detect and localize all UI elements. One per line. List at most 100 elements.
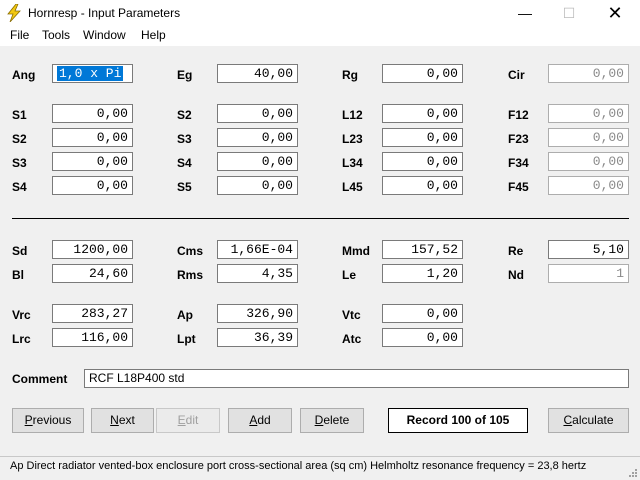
title-bar: Hornresp - Input Parameters — ☐ ✕ [0, 0, 640, 26]
menu-tools[interactable]: Tools [42, 28, 70, 42]
field-le[interactable]: 1,20 [382, 264, 463, 283]
next-button-mnemonic: N [110, 413, 119, 427]
label-f34: F34 [508, 156, 529, 170]
label-f12: F12 [508, 108, 529, 122]
label-f45: F45 [508, 180, 529, 194]
input-parameters-panel: Ang 1,0 x Pi Eg 40,00 Rg 0,00 Cir 0,00 S… [0, 46, 640, 456]
add-button[interactable]: Add [228, 408, 292, 433]
field-s2b[interactable]: 0,00 [52, 128, 133, 147]
section-divider [12, 218, 629, 219]
previous-button[interactable]: Previous [12, 408, 84, 433]
label-eg: Eg [177, 68, 193, 82]
field-s2[interactable]: 0,00 [217, 104, 298, 123]
field-sd[interactable]: 1200,00 [52, 240, 133, 259]
label-ang: Ang [12, 68, 36, 82]
field-eg[interactable]: 40,00 [217, 64, 298, 83]
edit-button: Edit [156, 408, 220, 433]
label-s4: S4 [177, 156, 192, 170]
edit-button-label-rest: dit [185, 413, 199, 427]
delete-button-label-rest: elete [323, 413, 350, 427]
next-button[interactable]: Next [91, 408, 154, 433]
field-l23[interactable]: 0,00 [382, 128, 463, 147]
label-s3b: S3 [12, 156, 27, 170]
label-l45: L45 [342, 180, 363, 194]
minimize-button[interactable]: — [502, 0, 548, 26]
field-mmd[interactable]: 157,52 [382, 240, 463, 259]
field-f34: 0,00 [548, 152, 629, 171]
field-cms[interactable]: 1,66E-04 [217, 240, 298, 259]
label-comment: Comment [12, 372, 68, 386]
label-s1: S1 [12, 108, 27, 122]
delete-button[interactable]: Delete [300, 408, 364, 433]
field-vtc[interactable]: 0,00 [382, 304, 463, 323]
field-lpt[interactable]: 36,39 [217, 328, 298, 347]
label-rms: Rms [177, 268, 204, 282]
field-s5[interactable]: 0,00 [217, 176, 298, 195]
label-vrc: Vrc [12, 308, 31, 322]
field-s4[interactable]: 0,00 [217, 152, 298, 171]
label-l12: L12 [342, 108, 363, 122]
field-atc[interactable]: 0,00 [382, 328, 463, 347]
label-le: Le [342, 268, 357, 282]
comment-field[interactable]: RCF L18P400 std [84, 369, 629, 388]
field-nd: 1 [548, 264, 629, 283]
field-ang-value: 1,0 x Pi [57, 66, 124, 81]
label-s2: S2 [177, 108, 192, 122]
menu-help[interactable]: Help [141, 28, 166, 42]
close-button[interactable]: ✕ [592, 0, 638, 26]
label-l34: L34 [342, 156, 363, 170]
maximize-button[interactable]: ☐ [546, 0, 592, 26]
calculate-button[interactable]: Calculate [548, 408, 629, 433]
field-s4b[interactable]: 0,00 [52, 176, 133, 195]
delete-button-mnemonic: D [314, 413, 324, 427]
menu-file[interactable]: File [10, 28, 29, 42]
label-cir: Cir [508, 68, 525, 82]
field-bl[interactable]: 24,60 [52, 264, 133, 283]
field-l12[interactable]: 0,00 [382, 104, 463, 123]
menu-window[interactable]: Window [83, 28, 126, 42]
label-f23: F23 [508, 132, 529, 146]
label-lrc: Lrc [12, 332, 31, 346]
label-re: Re [508, 244, 524, 258]
label-mmd: Mmd [342, 244, 370, 258]
calculate-button-mnemonic: C [563, 413, 573, 427]
field-re[interactable]: 5,10 [548, 240, 629, 259]
previous-button-mnemonic: P [24, 413, 33, 427]
field-cir: 0,00 [548, 64, 629, 83]
label-l23: L23 [342, 132, 363, 146]
lightning-bolt-icon [7, 4, 21, 22]
field-s1[interactable]: 0,00 [52, 104, 133, 123]
field-ap[interactable]: 326,90 [217, 304, 298, 323]
label-cms: Cms [177, 244, 204, 258]
window-title: Hornresp - Input Parameters [28, 6, 181, 20]
add-button-label-rest: dd [257, 413, 271, 427]
field-lrc[interactable]: 116,00 [52, 328, 133, 347]
field-f45: 0,00 [548, 176, 629, 195]
field-rg[interactable]: 0,00 [382, 64, 463, 83]
label-ap: Ap [177, 308, 193, 322]
record-counter: Record 100 of 105 [388, 408, 528, 433]
label-vtc: Vtc [342, 308, 361, 322]
label-s2b: S2 [12, 132, 27, 146]
field-l45[interactable]: 0,00 [382, 176, 463, 195]
previous-button-label-rest: revious [32, 413, 72, 427]
field-vrc[interactable]: 283,27 [52, 304, 133, 323]
label-sd: Sd [12, 244, 28, 258]
field-s3b[interactable]: 0,00 [52, 152, 133, 171]
label-s3: S3 [177, 132, 192, 146]
status-text: Ap Direct radiator vented-box enclosure … [10, 460, 587, 472]
next-button-label-rest: ext [118, 413, 135, 427]
label-rg: Rg [342, 68, 358, 82]
calculate-button-label-rest: alculate [572, 413, 614, 427]
label-lpt: Lpt [177, 332, 196, 346]
field-ang[interactable]: 1,0 x Pi [52, 64, 133, 83]
field-l34[interactable]: 0,00 [382, 152, 463, 171]
field-s3[interactable]: 0,00 [217, 128, 298, 147]
field-rms[interactable]: 4,35 [217, 264, 298, 283]
menu-bar: File Tools Window Help [0, 26, 640, 46]
label-s4b: S4 [12, 180, 27, 194]
field-f23: 0,00 [548, 128, 629, 147]
resize-grip-icon[interactable] [628, 468, 638, 478]
label-s5: S5 [177, 180, 192, 194]
label-bl: Bl [12, 268, 24, 282]
